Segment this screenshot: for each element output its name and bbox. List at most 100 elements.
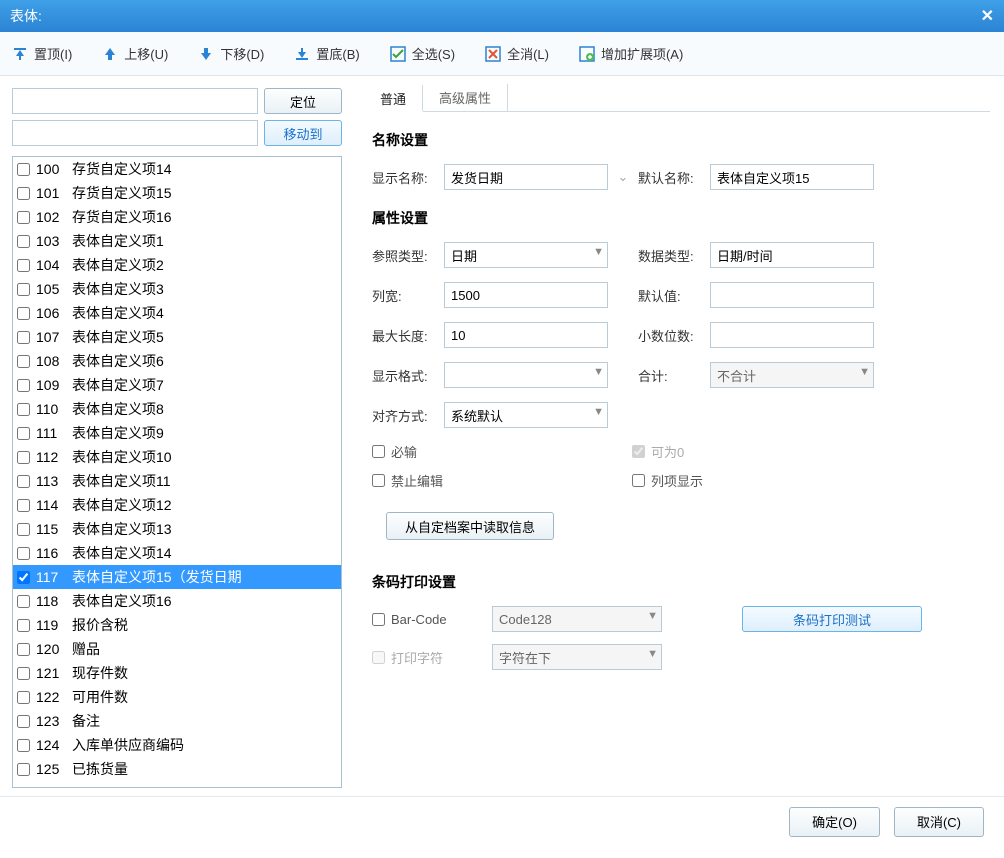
list-item-checkbox[interactable] — [17, 307, 30, 320]
required-checkbox[interactable]: 必输 — [372, 442, 632, 461]
locate-button[interactable]: 定位 — [264, 88, 342, 114]
search-input-1[interactable] — [12, 88, 258, 114]
list-item-checkbox[interactable] — [17, 739, 30, 752]
cancel-button[interactable]: 取消(C) — [894, 807, 984, 837]
list-item-number: 118 — [36, 591, 72, 611]
section-attr-settings: 属性设置 — [372, 208, 990, 228]
list-item-checkbox[interactable] — [17, 427, 30, 440]
list-item[interactable]: 101存货自定义项15 — [13, 181, 341, 205]
list-item-number: 116 — [36, 543, 72, 563]
max-len-input[interactable] — [444, 322, 608, 348]
barcode-test-button[interactable]: 条码打印测试 — [742, 606, 922, 632]
list-item[interactable]: 110表体自定义项8 — [13, 397, 341, 421]
list-item-checkbox[interactable] — [17, 283, 30, 296]
list-item[interactable]: 123备注 — [13, 709, 341, 733]
top-button[interactable]: 置顶(I) — [12, 44, 72, 63]
swap-icon[interactable]: ⌄ — [608, 169, 638, 185]
list-item-checkbox[interactable] — [17, 163, 30, 176]
bottom-button[interactable]: 置底(B) — [294, 44, 359, 63]
down-button[interactable]: 下移(D) — [198, 44, 264, 63]
list-item[interactable]: 100存货自定义项14 — [13, 157, 341, 181]
select-all-button[interactable]: 全选(S) — [390, 44, 455, 63]
list-item-checkbox[interactable] — [17, 187, 30, 200]
list-item-checkbox[interactable] — [17, 691, 30, 704]
list-item-checkbox[interactable] — [17, 331, 30, 344]
col-show-checkbox[interactable]: 列项显示 — [632, 471, 892, 490]
label-decimal: 小数位数: — [638, 326, 710, 345]
ok-button[interactable]: 确定(O) — [789, 807, 880, 837]
list-item[interactable]: 116表体自定义项14 — [13, 541, 341, 565]
align-combo[interactable]: ▼ — [444, 402, 608, 428]
list-item[interactable]: 118表体自定义项16 — [13, 589, 341, 613]
list-item-checkbox[interactable] — [17, 643, 30, 656]
list-item-checkbox[interactable] — [17, 547, 30, 560]
list-item[interactable]: 113表体自定义项11 — [13, 469, 341, 493]
list-item-checkbox[interactable] — [17, 667, 30, 680]
list-item[interactable]: 111表体自定义项9 — [13, 421, 341, 445]
list-item[interactable]: 112表体自定义项10 — [13, 445, 341, 469]
list-item-checkbox[interactable] — [17, 499, 30, 512]
list-item[interactable]: 115表体自定义项13 — [13, 517, 341, 541]
list-item-checkbox[interactable] — [17, 451, 30, 464]
list-item[interactable]: 122可用件数 — [13, 685, 341, 709]
tab-advanced[interactable]: 高级属性 — [423, 84, 508, 111]
sum-combo[interactable]: ▼ — [710, 362, 874, 388]
list-item[interactable]: 121现存件数 — [13, 661, 341, 685]
add-ext-button[interactable]: 增加扩展项(A) — [579, 44, 683, 63]
list-item-checkbox[interactable] — [17, 403, 30, 416]
list-item[interactable]: 108表体自定义项6 — [13, 349, 341, 373]
list-item-checkbox[interactable] — [17, 619, 30, 632]
list-item[interactable]: 102存货自定义项16 — [13, 205, 341, 229]
list-item-text: 存货自定义项16 — [72, 207, 172, 227]
load-from-file-button[interactable]: 从自定档案中读取信息 — [386, 512, 554, 540]
decimal-input[interactable] — [710, 322, 874, 348]
list-item[interactable]: 114表体自定义项12 — [13, 493, 341, 517]
format-combo[interactable]: ▼ — [444, 362, 608, 388]
display-name-input[interactable] — [444, 164, 608, 190]
list-item-checkbox[interactable] — [17, 235, 30, 248]
list-item-checkbox[interactable] — [17, 523, 30, 536]
clear-all-label: 全消(L) — [507, 44, 549, 63]
label-data-type: 数据类型: — [638, 246, 710, 265]
list-item[interactable]: 105表体自定义项3 — [13, 277, 341, 301]
list-item-checkbox[interactable] — [17, 211, 30, 224]
list-item[interactable]: 104表体自定义项2 — [13, 253, 341, 277]
no-edit-checkbox[interactable]: 禁止编辑 — [372, 471, 632, 490]
ref-type-combo[interactable]: ▼ — [444, 242, 608, 268]
col-width-input[interactable] — [444, 282, 608, 308]
search-input-2[interactable] — [12, 120, 258, 146]
list-item[interactable]: 124入库单供应商编码 — [13, 733, 341, 757]
list-item-text: 可用件数 — [72, 687, 128, 707]
list-item-checkbox[interactable] — [17, 571, 30, 584]
list-item[interactable]: 125已拣货量 — [13, 757, 341, 781]
print-char-pos-combo[interactable]: ▼ — [492, 644, 662, 670]
list-item-checkbox[interactable] — [17, 715, 30, 728]
field-listbox[interactable]: 100存货自定义项14101存货自定义项15102存货自定义项16103表体自定… — [12, 156, 342, 788]
list-item[interactable]: 117表体自定义项15（发货日期 — [13, 565, 341, 589]
list-item-checkbox[interactable] — [17, 355, 30, 368]
default-val-input[interactable] — [710, 282, 874, 308]
list-item-checkbox[interactable] — [17, 379, 30, 392]
list-item[interactable]: 109表体自定义项7 — [13, 373, 341, 397]
default-name-input[interactable] — [710, 164, 874, 190]
barcode-checkbox[interactable]: Bar-Code — [372, 612, 492, 627]
list-item[interactable]: 103表体自定义项1 — [13, 229, 341, 253]
print-char-checkbox: 打印字符 — [372, 648, 492, 667]
list-item-checkbox[interactable] — [17, 595, 30, 608]
clear-all-button[interactable]: 全消(L) — [485, 44, 549, 63]
list-item[interactable]: 119报价含税 — [13, 613, 341, 637]
top-icon — [12, 46, 28, 62]
list-item-text: 表体自定义项7 — [72, 375, 164, 395]
close-icon[interactable]: ✕ — [981, 6, 994, 26]
list-item[interactable]: 107表体自定义项5 — [13, 325, 341, 349]
list-item[interactable]: 106表体自定义项4 — [13, 301, 341, 325]
tab-general[interactable]: 普通 — [364, 85, 423, 112]
list-item[interactable]: 120赠品 — [13, 637, 341, 661]
barcode-type-combo[interactable]: ▼ — [492, 606, 662, 632]
list-item-checkbox[interactable] — [17, 763, 30, 776]
move-to-button[interactable]: 移动到 — [264, 120, 342, 146]
list-item-checkbox[interactable] — [17, 259, 30, 272]
data-type-input[interactable] — [710, 242, 874, 268]
list-item-checkbox[interactable] — [17, 475, 30, 488]
up-button[interactable]: 上移(U) — [102, 44, 168, 63]
